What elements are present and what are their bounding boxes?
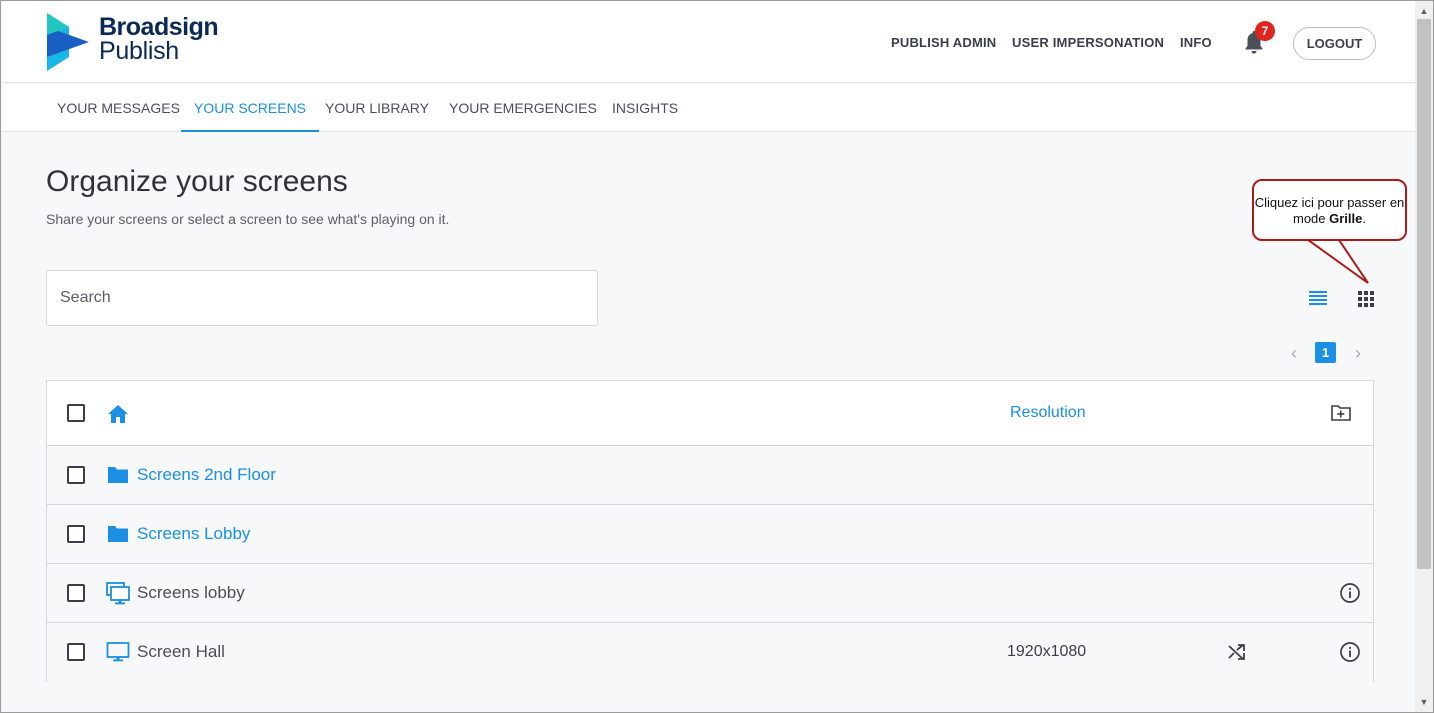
- tab-your-emergencies[interactable]: YOUR EMERGENCIES: [449, 84, 597, 132]
- new-folder-icon[interactable]: [1330, 402, 1352, 424]
- home-icon[interactable]: [106, 402, 130, 426]
- tab-your-messages[interactable]: YOUR MESSAGES: [57, 84, 180, 132]
- search-input[interactable]: [46, 270, 598, 326]
- shuffle-icon[interactable]: [1227, 642, 1247, 662]
- table-header: Resolution: [47, 381, 1373, 446]
- pagination-next-button[interactable]: ›: [1349, 343, 1367, 363]
- folder-icon: [108, 467, 128, 483]
- table-row[interactable]: Screens lobby: [47, 564, 1373, 623]
- row-checkbox[interactable]: [67, 466, 85, 484]
- nav-publish-admin[interactable]: PUBLISH ADMIN: [891, 35, 996, 50]
- row-checkbox[interactable]: [67, 584, 85, 602]
- callout-bold-text: Grille: [1329, 211, 1363, 226]
- grid-mode-callout: Cliquez ici pour passer en mode Grille.: [1252, 179, 1407, 241]
- tab-insights[interactable]: INSIGHTS: [612, 84, 678, 132]
- table-row[interactable]: Screens 2nd Floor: [47, 446, 1373, 505]
- tab-your-screens[interactable]: YOUR SCREENS: [181, 84, 320, 132]
- folder-link[interactable]: Screens 2nd Floor: [137, 465, 276, 485]
- main-tabs: YOUR MESSAGES YOUR SCREENS YOUR LIBRARY …: [3, 84, 1415, 132]
- resolution-value: 1920x1080: [1007, 643, 1087, 660]
- scrollbar-thumb[interactable]: [1417, 19, 1431, 569]
- tab-your-library[interactable]: YOUR LIBRARY: [325, 84, 429, 132]
- screens-table: Resolution Screens 2nd Floor Screens Lob…: [46, 380, 1374, 682]
- table-row[interactable]: Screens Lobby: [47, 505, 1373, 564]
- scroll-up-arrow-icon[interactable]: ▲: [1415, 3, 1433, 19]
- broadsign-publish-logo[interactable]: Broadsign Publish: [47, 11, 227, 73]
- select-all-checkbox[interactable]: [67, 404, 85, 422]
- folder-icon: [108, 526, 128, 542]
- page-subtitle: Share your screens or select a screen to…: [46, 211, 450, 227]
- screen-group-link[interactable]: Screens lobby: [137, 583, 245, 603]
- list-view-icon[interactable]: [1307, 287, 1329, 309]
- info-icon[interactable]: [1339, 641, 1361, 663]
- row-checkbox[interactable]: [67, 525, 85, 543]
- broadsign-logo-icon: [47, 13, 89, 71]
- grid-view-icon[interactable]: [1355, 287, 1377, 309]
- callout-pointer: [1302, 237, 1369, 284]
- pagination-prev-button[interactable]: ‹: [1285, 343, 1303, 363]
- logo-wordmark: Broadsign Publish: [99, 13, 219, 65]
- resolution-column-header[interactable]: Resolution: [1010, 404, 1086, 422]
- row-checkbox[interactable]: [67, 643, 85, 661]
- scroll-down-arrow-icon[interactable]: ▼: [1415, 694, 1433, 710]
- logo-line-1: Broadsign: [99, 13, 219, 41]
- info-icon[interactable]: [1339, 582, 1361, 604]
- page-title: Organize your screens: [46, 165, 348, 198]
- notification-count-badge: 7: [1255, 21, 1275, 41]
- nav-user-impersonation[interactable]: USER IMPERSONATION: [1012, 35, 1164, 50]
- screen-icon: [106, 642, 130, 662]
- logo-line-2: Publish: [99, 37, 179, 65]
- screen-link[interactable]: Screen Hall: [137, 642, 225, 662]
- table-row[interactable]: Screen Hall 1920x1080: [47, 623, 1373, 682]
- nav-info[interactable]: INFO: [1180, 35, 1212, 50]
- vertical-scrollbar[interactable]: ▲ ▼: [1415, 1, 1433, 712]
- logout-button[interactable]: LOGOUT: [1293, 27, 1376, 60]
- screen-group-icon: [106, 582, 130, 605]
- pagination-current-page[interactable]: 1: [1315, 342, 1336, 363]
- browser-frame: Broadsign Publish PUBLISH ADMIN USER IMP…: [0, 0, 1434, 713]
- folder-link[interactable]: Screens Lobby: [137, 524, 250, 544]
- app-header: Broadsign Publish PUBLISH ADMIN USER IMP…: [3, 1, 1415, 83]
- callout-text-end: .: [1362, 211, 1366, 226]
